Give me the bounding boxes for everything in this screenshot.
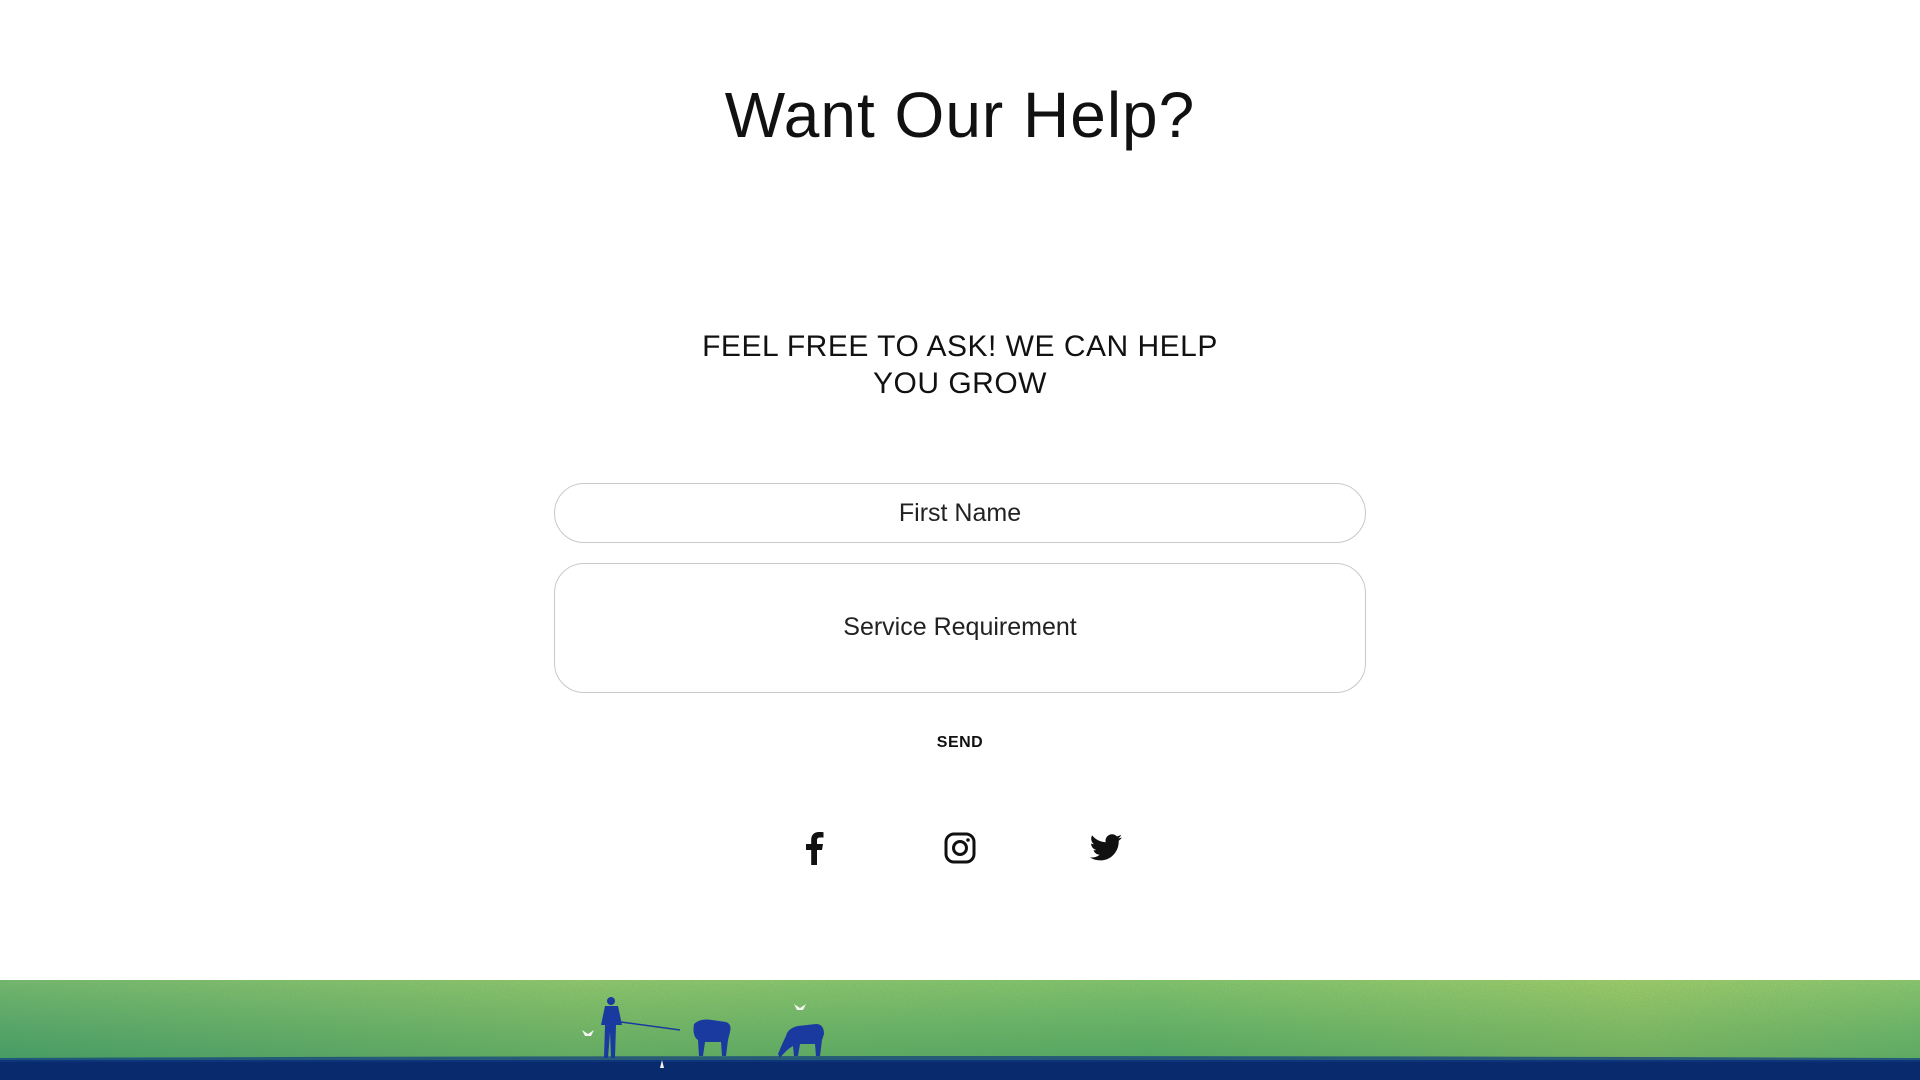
service-requirement-input[interactable]: [554, 563, 1366, 693]
subtitle-line-2: YOU GROW: [873, 367, 1047, 400]
social-links: [0, 828, 1920, 868]
page-title: Want Our Help?: [724, 79, 1196, 151]
page-subtitle: FEEL FREE TO ASK! WE CAN HELP YOU GROW: [660, 328, 1260, 402]
send-button[interactable]: SEND: [910, 733, 1010, 753]
ground-shadow: [0, 1060, 1920, 1080]
instagram-link[interactable]: [940, 828, 980, 868]
contact-page: Want Our Help? FEEL FREE TO ASK! WE CAN …: [0, 0, 1920, 1080]
subtitle-line-1: FEEL FREE TO ASK! WE CAN HELP: [702, 330, 1218, 363]
meadow-illustration: [0, 980, 1920, 1080]
instagram-icon: [944, 832, 976, 864]
facebook-icon: [806, 832, 824, 865]
twitter-icon: [1089, 834, 1122, 861]
twitter-link[interactable]: [1086, 828, 1126, 868]
contact-form: [554, 483, 1366, 693]
meadow-banner: [0, 980, 1920, 1080]
facebook-link[interactable]: [794, 828, 834, 868]
first-name-input[interactable]: [554, 483, 1366, 543]
